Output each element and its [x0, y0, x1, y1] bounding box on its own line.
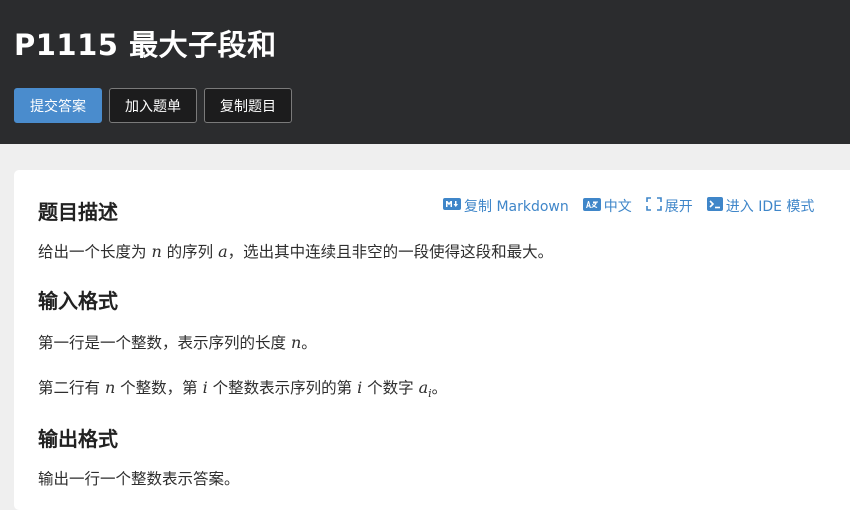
description-heading: 题目描述 — [38, 200, 118, 224]
add-to-list-button[interactable]: 加入题单 — [109, 88, 197, 123]
expand-link[interactable]: 展开 — [645, 196, 693, 216]
markdown-icon — [443, 198, 461, 214]
copy-markdown-link[interactable]: 复制 Markdown — [443, 196, 569, 216]
input-format-line-2: 第二行有 n 个整数，第 i 个整数表示序列的第 i 个数字 ai。 — [38, 378, 448, 401]
expand-icon — [645, 197, 662, 215]
problem-actions: 提交答案 加入题单 复制题目 — [14, 88, 292, 123]
problem-content-card: 复制 Markdown 中文 展开 进入 IDE 模式 题目描述 给出一个长度为… — [14, 170, 850, 510]
problem-title: P1115 最大子段和 — [14, 28, 277, 62]
translate-icon — [582, 197, 601, 215]
submit-answer-button[interactable]: 提交答案 — [14, 88, 102, 123]
copy-problem-button[interactable]: 复制题目 — [204, 88, 292, 123]
ide-mode-link[interactable]: 进入 IDE 模式 — [706, 196, 815, 216]
copy-markdown-label: 复制 Markdown — [464, 199, 569, 215]
terminal-icon — [706, 197, 723, 215]
input-format-line-1: 第一行是一个整数，表示序列的长度 n。 — [38, 333, 317, 352]
content-toolbar: 复制 Markdown 中文 展开 进入 IDE 模式 — [443, 196, 814, 216]
language-label: 中文 — [603, 199, 632, 215]
language-toggle[interactable]: 中文 — [582, 196, 632, 216]
ide-mode-label: 进入 IDE 模式 — [725, 199, 815, 215]
expand-label: 展开 — [664, 199, 693, 215]
output-format-text: 输出一行一个整数表示答案。 — [38, 470, 240, 488]
problem-header: P1115 最大子段和 提交答案 加入题单 复制题目 — [0, 0, 850, 144]
description-text: 给出一个长度为 n 的序列 a，选出其中连续且非空的一段使得这段和最大。 — [38, 242, 554, 261]
output-format-heading: 输出格式 — [38, 427, 118, 451]
input-format-heading: 输入格式 — [38, 289, 118, 313]
